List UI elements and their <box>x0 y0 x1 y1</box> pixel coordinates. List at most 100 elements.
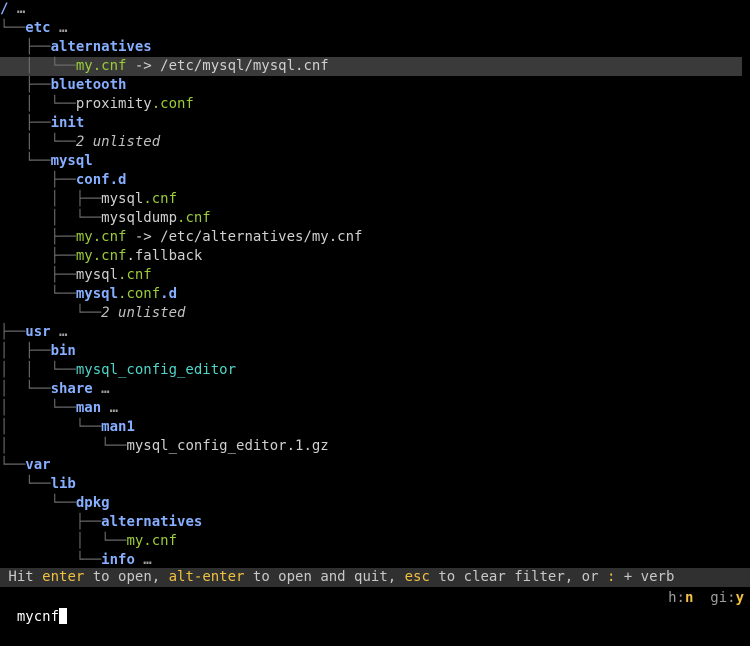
entry-name: bin <box>50 343 76 359</box>
tree-guide: └── <box>0 476 51 492</box>
tree-row[interactable]: ├──bluetooth <box>0 76 126 95</box>
tree-row[interactable]: ├──alternatives <box>0 513 202 532</box>
tree-row[interactable]: / … <box>0 0 25 19</box>
entry-name: mysql <box>50 153 93 169</box>
tree-guide: └── <box>0 305 102 321</box>
unlisted-count: 2 unlisted <box>75 134 161 150</box>
entry-name-part: .conf <box>118 286 161 302</box>
entry-name-part: … <box>8 1 26 17</box>
tree-guide: │ └── <box>0 210 102 226</box>
entry-name: var <box>25 457 51 473</box>
entry-name: bluetooth <box>50 77 127 93</box>
tree-row[interactable]: └──mysql.conf.d <box>0 285 177 304</box>
tree-guide: └── <box>0 20 26 36</box>
entry-name-part: … <box>50 20 68 36</box>
entry-name: my.cnf <box>75 229 127 245</box>
entry-name: mysql_config_editor.1.gz <box>126 438 329 454</box>
tree-row[interactable]: └──var <box>0 456 51 475</box>
status-text: to open, <box>84 569 169 585</box>
entry-name-part: … <box>101 400 119 416</box>
tree-row[interactable]: │ └──2 unlisted <box>0 133 160 152</box>
tree-row[interactable]: └──dpkg <box>0 494 110 513</box>
tree-row[interactable]: │ └──proximity.conf <box>0 95 194 114</box>
filter-input-bar[interactable]: mycnf h:n gi:y <box>0 589 750 625</box>
entry-name-part: .cnf <box>177 210 211 226</box>
tree-row[interactable]: │ │ └──mysql_config_editor <box>0 361 236 380</box>
key-hint: alt-enter <box>168 569 245 585</box>
entry-name: man <box>75 400 102 416</box>
tree-guide: ├── <box>0 39 51 55</box>
tree-row[interactable]: │ └──share … <box>0 380 110 399</box>
tree-row[interactable]: │ └──my.cnf <box>0 532 177 551</box>
tree-row[interactable]: │ └──mysqldump.cnf <box>0 209 211 228</box>
tree-guide: └── <box>0 286 76 302</box>
entry-name: mysql <box>101 191 144 207</box>
entry-name: alternatives <box>101 514 203 530</box>
text-cursor <box>59 608 68 624</box>
flag-key: h: <box>668 590 685 606</box>
tree-guide: ├── <box>0 115 51 131</box>
status-text: + verb <box>615 569 675 585</box>
flags-display: h:n gi:y <box>668 589 744 608</box>
status-text: to open and quit, <box>244 569 405 585</box>
tree-row[interactable]: │ └──my.cnf -> /etc/mysql/mysql.cnf <box>0 57 742 76</box>
tree-guide: │ └── <box>0 58 76 74</box>
tree-guide: ├── <box>0 229 76 245</box>
tree-guide: │ └── <box>0 533 127 549</box>
entry-name: mysqldump <box>101 210 178 226</box>
tree-row[interactable]: └──lib <box>0 475 76 494</box>
tree-guide: │ ├── <box>0 191 102 207</box>
entry-name: mysql <box>75 267 119 283</box>
tree-row[interactable]: ├──my.cnf.fallback <box>0 247 203 266</box>
tree-row[interactable]: ├──init <box>0 114 84 133</box>
tree-row[interactable]: └──etc … <box>0 19 67 38</box>
entry-name: mysql_config_editor <box>75 362 237 378</box>
tree-row[interactable]: ├──conf.d <box>0 171 127 190</box>
entry-name: share <box>50 381 93 397</box>
entry-name: my.cnf <box>126 533 178 549</box>
entry-name: man1 <box>101 419 135 435</box>
entry-name: my.cnf <box>75 248 127 264</box>
tree-guide: ├── <box>0 77 51 93</box>
tree-row[interactable]: │ ├──bin <box>0 342 76 361</box>
tree-row[interactable]: └──mysql <box>0 152 93 171</box>
tree-row[interactable]: │ ├──mysql.cnf <box>0 190 177 209</box>
entry-name: info <box>101 552 135 568</box>
entry-name-part: .conf <box>151 96 194 112</box>
entry-name: alternatives <box>50 39 152 55</box>
tree-row[interactable]: └──2 unlisted <box>0 304 186 323</box>
entry-name-part: -> /etc/mysql/mysql.cnf <box>126 58 329 74</box>
tree-guide: └── <box>0 552 102 568</box>
flag-value: y <box>735 590 744 606</box>
tree-guide: │ ├── <box>0 343 51 359</box>
tree-row[interactable]: ├──usr … <box>0 323 67 342</box>
file-tree: / … └──etc … ├──alternatives │ └──my.cnf … <box>0 0 750 568</box>
entry-name-part: … <box>92 381 110 397</box>
entry-name: dpkg <box>75 495 110 511</box>
scrollbar[interactable] <box>742 0 750 566</box>
tree-row[interactable]: │ └──man1 <box>0 418 135 437</box>
unlisted-count: 2 unlisted <box>101 305 186 321</box>
tree-row[interactable]: ├──mysql.cnf <box>0 266 152 285</box>
tree-guide: ├── <box>0 324 26 340</box>
tree-row[interactable]: │ └──mysql_config_editor.1.gz <box>0 437 329 456</box>
tree-guide: │ └── <box>0 381 51 397</box>
flag-value: n <box>684 590 694 606</box>
key-hint: enter <box>42 569 85 585</box>
tree-guide: ├── <box>0 172 76 188</box>
tree-guide: └── <box>0 495 76 511</box>
status-text: to clear filter, or <box>429 569 607 585</box>
entry-name: my.cnf <box>75 58 127 74</box>
tree-guide: └── <box>0 153 51 169</box>
tree-guide: │ └── <box>0 438 127 454</box>
entry-name-part: … <box>134 552 152 568</box>
entry-name-part: -> /etc/alternatives/my.cnf <box>126 229 363 245</box>
tree-row[interactable]: │ └──man … <box>0 399 118 418</box>
filter-input[interactable]: mycnf <box>17 609 59 625</box>
entry-name-part: .fallback <box>126 248 203 264</box>
tree-row[interactable]: ├──alternatives <box>0 38 152 57</box>
entry-name-part: .d <box>160 286 178 302</box>
entry-name: conf.d <box>75 172 127 188</box>
tree-row[interactable]: ├──my.cnf -> /etc/alternatives/my.cnf <box>0 228 363 247</box>
flag-key: gi: <box>710 590 736 606</box>
